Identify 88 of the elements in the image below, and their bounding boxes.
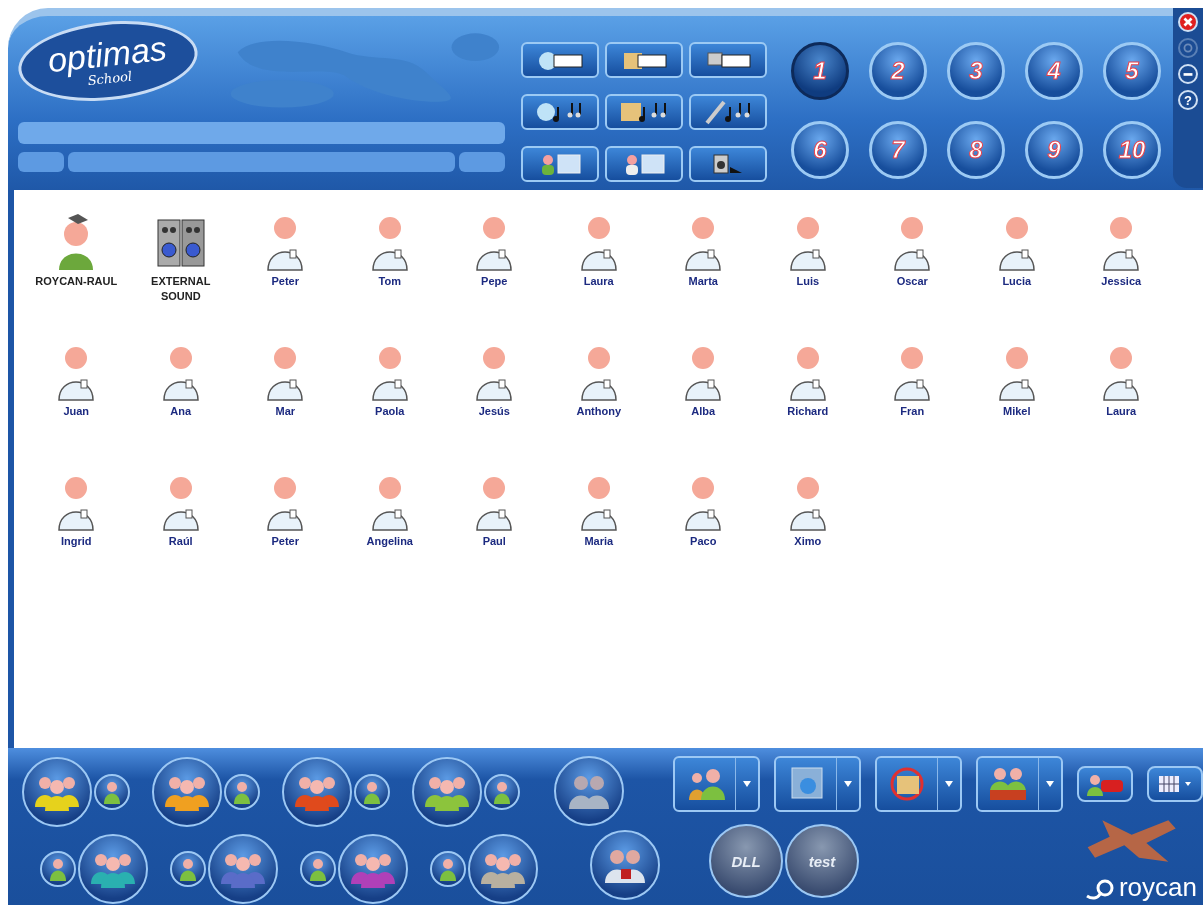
computer-name: Paco bbox=[689, 534, 718, 549]
channel-button[interactable]: 9 bbox=[1025, 121, 1083, 179]
computer-name: Laura bbox=[582, 274, 615, 289]
computer-name: Paola bbox=[374, 404, 406, 419]
computer-name: Richard bbox=[786, 404, 830, 419]
computer-name: Paul bbox=[481, 534, 507, 549]
media-button[interactable] bbox=[521, 94, 599, 130]
channel-button[interactable]: 7 bbox=[869, 121, 927, 179]
group-leader-button[interactable] bbox=[40, 850, 76, 887]
close-icon[interactable] bbox=[1178, 12, 1198, 32]
computer-name: Angelina bbox=[365, 534, 414, 549]
dropdown-button[interactable] bbox=[976, 756, 1063, 812]
media-button[interactable] bbox=[521, 146, 599, 182]
computer-name: Luis bbox=[795, 274, 821, 289]
computer-name: Jesús bbox=[477, 404, 511, 419]
caret-icon bbox=[945, 781, 953, 787]
group-leader-button[interactable] bbox=[300, 850, 336, 887]
channel-button[interactable]: 5 bbox=[1103, 42, 1161, 100]
computer-name: ROYCAN-RAUL bbox=[34, 274, 119, 289]
computer-name: EXTERNAL SOUND bbox=[150, 274, 212, 304]
caret-icon bbox=[1046, 781, 1054, 787]
user-icon bbox=[362, 780, 382, 805]
group-leader-button[interactable] bbox=[354, 774, 390, 811]
channel-button[interactable]: 4 bbox=[1025, 42, 1083, 100]
computer-name: Anthony bbox=[575, 404, 623, 419]
status-field bbox=[459, 152, 505, 172]
computer-name: Raúl bbox=[167, 534, 194, 549]
group-leader-button[interactable] bbox=[224, 774, 260, 811]
media-button[interactable] bbox=[605, 146, 683, 182]
computer-name: Ana bbox=[169, 404, 193, 419]
channel-button[interactable]: 6 bbox=[791, 121, 849, 179]
brand-logo: roycan bbox=[1084, 872, 1197, 903]
dropdown-button[interactable] bbox=[875, 756, 962, 812]
user-icon bbox=[178, 856, 198, 881]
computer-name: Juan bbox=[62, 404, 91, 419]
media-button[interactable] bbox=[605, 42, 683, 78]
computer-name: Alba bbox=[690, 404, 717, 419]
caret-icon bbox=[743, 781, 751, 787]
user-icon bbox=[438, 856, 458, 881]
caret-icon bbox=[844, 781, 852, 787]
dropdown-button[interactable] bbox=[673, 756, 760, 812]
channel-button[interactable]: 2 bbox=[869, 42, 927, 100]
computer-name: Ingrid bbox=[59, 534, 93, 549]
minimize-icon[interactable] bbox=[1178, 64, 1198, 84]
help-button[interactable]: ? bbox=[1178, 90, 1198, 110]
group-leader-button[interactable] bbox=[484, 774, 520, 811]
media-button[interactable] bbox=[689, 146, 767, 182]
user-icon bbox=[232, 780, 252, 805]
user-icon bbox=[308, 856, 328, 881]
channel-button[interactable]: 3 bbox=[947, 42, 1005, 100]
media-button[interactable] bbox=[605, 94, 683, 130]
computer-name: Mikel bbox=[1002, 404, 1032, 419]
media-button[interactable] bbox=[521, 42, 599, 78]
group-leader-button[interactable] bbox=[170, 850, 206, 887]
computer-name: Jessica bbox=[1100, 274, 1143, 289]
grid-view-button[interactable] bbox=[1147, 766, 1203, 802]
user-remove-button[interactable] bbox=[1077, 766, 1133, 802]
channel-button[interactable]: 10 bbox=[1103, 121, 1161, 179]
tool-button[interactable]: DLL bbox=[709, 824, 783, 898]
computer-name: Pepe bbox=[480, 274, 509, 289]
users-icon bbox=[566, 773, 611, 809]
channel-button[interactable]: 1 bbox=[791, 42, 849, 100]
users-board-icon bbox=[988, 766, 1028, 802]
group-leader-button[interactable] bbox=[430, 850, 466, 887]
computer-name: Marta bbox=[687, 274, 719, 289]
computer-name: Peter bbox=[270, 274, 300, 289]
pen-music-icon bbox=[704, 99, 752, 125]
media-button[interactable] bbox=[689, 42, 767, 78]
user-remove-icon bbox=[1085, 772, 1125, 796]
dropdown-button[interactable] bbox=[774, 756, 861, 812]
user-icon bbox=[102, 780, 122, 805]
computer-name: Laura bbox=[1105, 404, 1138, 419]
computer-name: Oscar bbox=[895, 274, 929, 289]
users-icon bbox=[602, 847, 647, 883]
computer-name: Lucia bbox=[1001, 274, 1033, 289]
media-button[interactable] bbox=[689, 94, 767, 130]
computer-name: Ximo bbox=[793, 534, 823, 549]
computer-name: Mar bbox=[274, 404, 297, 419]
user-icon bbox=[48, 856, 68, 881]
group-leader-button[interactable] bbox=[94, 774, 130, 811]
computer-name: Peter bbox=[270, 534, 300, 549]
tool-button[interactable]: test bbox=[785, 824, 859, 898]
computer-name: Fran bbox=[899, 404, 926, 419]
computer-name: Maria bbox=[583, 534, 615, 549]
status-field bbox=[18, 152, 64, 172]
computer-name: Tom bbox=[377, 274, 402, 289]
channel-button[interactable]: 8 bbox=[947, 121, 1005, 179]
user-icon bbox=[492, 780, 512, 805]
